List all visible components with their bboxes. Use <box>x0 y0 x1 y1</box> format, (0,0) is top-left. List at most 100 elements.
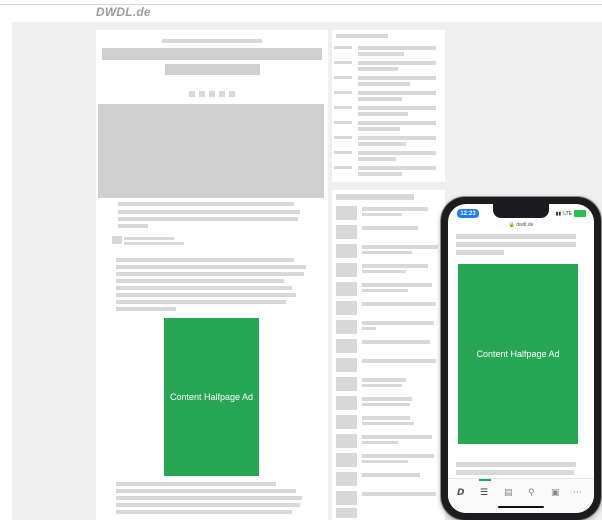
news-text-1 <box>362 207 428 211</box>
phone-screen: 12:23 ▮▮ LTE 🔒 dwdl.de Content Halfpage … <box>448 204 594 513</box>
tab-home-logo[interactable]: D <box>457 488 464 498</box>
share-dot-4 <box>219 91 225 97</box>
body-line-2 <box>116 265 306 269</box>
ticker-time-4 <box>334 91 352 94</box>
news-thumb-9 <box>336 358 357 372</box>
news-thumb-5 <box>336 282 357 296</box>
news-thumb-3 <box>336 244 357 258</box>
more-icon[interactable]: ⋯ <box>573 488 582 498</box>
address-bar[interactable]: 🔒 dwdl.de <box>448 222 594 228</box>
body-line-12 <box>116 503 300 507</box>
ticker-time-1 <box>334 46 352 49</box>
ticker-text-7 <box>358 136 436 140</box>
ticker-text-3b <box>358 82 410 86</box>
news-list-title <box>336 194 414 200</box>
tab-active-indicator <box>479 479 491 481</box>
top-divider <box>0 4 602 5</box>
news-thumb-10 <box>336 377 357 391</box>
ad-label: Content Halfpage Ad <box>169 392 254 402</box>
breadcrumb-placeholder <box>162 39 262 43</box>
news-thumb-4 <box>336 263 357 277</box>
mobile-content-halfpage-ad[interactable]: Content Halfpage Ad <box>458 264 578 444</box>
status-indicators: ▮▮ LTE <box>556 210 586 217</box>
list-icon[interactable]: ☰ <box>480 488 488 498</box>
news-text-7b <box>362 327 376 330</box>
mobile-line-2 <box>456 242 576 247</box>
ticker-text-4 <box>358 91 436 95</box>
ticker-text-2b <box>358 67 398 71</box>
news-text-14 <box>362 454 434 458</box>
news-list-box <box>332 190 445 520</box>
ticker-text-8b <box>358 157 396 161</box>
ticker-text-6b <box>358 127 400 131</box>
news-text-5b <box>362 289 408 292</box>
ticker-box <box>332 30 445 182</box>
mobile-tab-bar: D ☰ ▤ ⚲ ▣ ⋯ <box>448 478 594 513</box>
news-thumb-16 <box>336 491 357 505</box>
ticker-time-2 <box>334 61 352 64</box>
mobile-line-4 <box>456 462 576 467</box>
body-line-13 <box>116 510 292 514</box>
subheadline-placeholder <box>165 64 260 75</box>
news-text-5 <box>362 283 432 287</box>
ticker-text-1b <box>358 52 404 56</box>
ticker-time-7 <box>334 136 352 139</box>
battery-icon <box>574 210 586 217</box>
news-text-6 <box>362 302 436 306</box>
news-text-12 <box>362 416 410 420</box>
news-text-10b <box>362 384 402 387</box>
news-text-14b <box>362 460 408 463</box>
ticker-text-6 <box>358 121 436 125</box>
ticker-text-7b <box>358 142 406 146</box>
share-dot-3 <box>209 91 215 97</box>
body-line-6 <box>116 293 296 297</box>
ticker-text-1 <box>358 46 436 50</box>
chart-icon[interactable]: ▤ <box>504 488 513 498</box>
news-text-2 <box>362 226 418 230</box>
news-text-3b <box>362 251 412 254</box>
site-logo[interactable]: DWDL.de <box>96 5 151 19</box>
news-text-11b <box>362 403 410 406</box>
body-line-5 <box>116 286 292 290</box>
body-line-7 <box>116 300 286 304</box>
url-text: dwdl.de <box>516 222 534 228</box>
news-text-8 <box>362 340 430 344</box>
intro-line-3 <box>118 217 298 221</box>
news-text-9 <box>362 359 436 363</box>
ticker-text-8 <box>358 151 436 155</box>
lock-icon: 🔒 <box>508 222 515 228</box>
hero-image-placeholder <box>98 104 324 198</box>
search-icon[interactable]: ⚲ <box>528 488 535 498</box>
body-line-3 <box>116 272 304 276</box>
ticker-text-3 <box>358 76 436 80</box>
ticker-text-2 <box>358 61 436 65</box>
news-thumb-1 <box>336 206 357 220</box>
news-thumb-2 <box>336 225 357 239</box>
news-text-1b <box>362 213 402 216</box>
content-halfpage-ad[interactable]: Content Halfpage Ad <box>164 318 259 476</box>
bag-icon[interactable]: ▣ <box>551 488 560 498</box>
news-thumb-12 <box>336 415 357 429</box>
mobile-ad-label: Content Halfpage Ad <box>476 349 560 359</box>
ticker-text-9b <box>358 172 402 176</box>
news-thumb-17 <box>336 508 357 518</box>
ticker-time-9 <box>334 166 352 169</box>
share-dot-2 <box>199 91 205 97</box>
ticker-time-5 <box>334 106 352 109</box>
news-text-4 <box>362 264 428 268</box>
news-text-13b <box>362 441 398 444</box>
ticker-title <box>336 34 388 38</box>
body-line-1 <box>116 258 294 262</box>
signal-icon: ▮▮ <box>555 210 562 217</box>
home-indicator <box>498 506 544 508</box>
ticker-time-3 <box>334 76 352 79</box>
phone-notch <box>493 204 549 218</box>
ticker-text-9 <box>358 166 436 170</box>
news-text-16 <box>362 492 436 496</box>
share-dot-1 <box>189 91 195 97</box>
mobile-line-3 <box>456 250 504 255</box>
body-line-10 <box>116 489 296 493</box>
mobile-line-5 <box>456 470 574 475</box>
news-text-3 <box>362 245 438 249</box>
intro-line-1 <box>118 202 294 206</box>
